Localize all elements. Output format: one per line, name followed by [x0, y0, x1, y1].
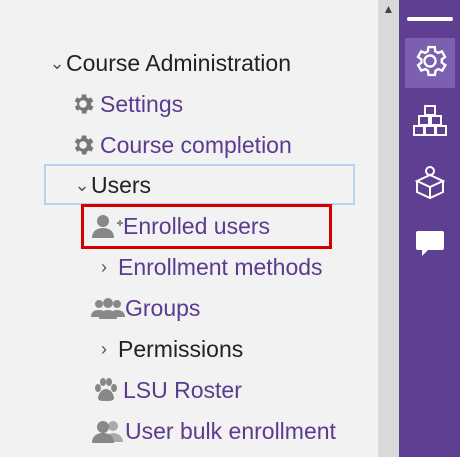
tree-item-settings[interactable]: Settings	[70, 85, 183, 123]
chevron-down-icon: ⌄	[49, 52, 65, 73]
tree-item-course-completion[interactable]: Course completion	[70, 126, 292, 164]
course-admin-panel: ⌄ Course Administration Settings Course …	[0, 0, 378, 457]
tree-item-enrolled-users[interactable]: Enrolled users	[91, 207, 270, 245]
group-icon	[91, 295, 125, 321]
tree-item-course-administration[interactable]: ⌄ Course Administration	[48, 44, 291, 82]
chevron-right-icon: ›	[101, 338, 107, 359]
tree-item-permissions[interactable]: › Permissions	[95, 330, 243, 368]
groups-link[interactable]: Groups	[125, 295, 200, 322]
users-label: Users	[91, 171, 152, 198]
enrolled-users-link[interactable]: Enrolled users	[123, 213, 270, 240]
course-completion-link[interactable]: Course completion	[100, 132, 292, 159]
rail-indicator	[407, 17, 453, 21]
rail-course-admin-button[interactable]	[405, 38, 455, 88]
chat-icon	[411, 224, 449, 267]
lsu-roster-link[interactable]: LSU Roster	[123, 377, 242, 404]
blocks-icon	[411, 102, 449, 145]
permissions-label: Permissions	[118, 335, 244, 362]
users-icon	[91, 418, 125, 444]
tree-item-lsu-roster[interactable]: LSU Roster	[93, 371, 242, 409]
enrollment-methods-link[interactable]: Enrollment methods	[118, 254, 323, 281]
gear-icon	[411, 42, 449, 85]
tree-item-users[interactable]: ⌄ Users	[73, 166, 151, 204]
rail-blocks-button[interactable]	[405, 98, 455, 148]
chevron-down-icon: ⌄	[74, 174, 90, 195]
scroll-up-arrow-icon[interactable]: ▲	[378, 0, 399, 18]
tree-item-user-bulk-enrollment[interactable]: User bulk enrollment	[91, 412, 336, 450]
chevron-right-icon: ›	[101, 256, 107, 277]
tree-item-groups[interactable]: Groups	[91, 289, 200, 327]
rail-messages-button[interactable]	[405, 220, 455, 270]
scrollbar[interactable]: ▲	[378, 0, 399, 457]
add-user-icon	[91, 213, 125, 239]
course-administration-label: Course Administration	[66, 49, 291, 76]
paw-icon	[93, 377, 119, 403]
gear-icon	[70, 91, 96, 117]
cube-person-icon	[411, 163, 449, 206]
user-bulk-enrollment-link[interactable]: User bulk enrollment	[125, 418, 336, 445]
rail-personal-button[interactable]	[405, 159, 455, 209]
gear-icon	[70, 132, 96, 158]
settings-link[interactable]: Settings	[100, 91, 183, 118]
right-drawer-rail	[399, 0, 460, 457]
tree-item-enrollment-methods[interactable]: › Enrollment methods	[95, 248, 323, 286]
